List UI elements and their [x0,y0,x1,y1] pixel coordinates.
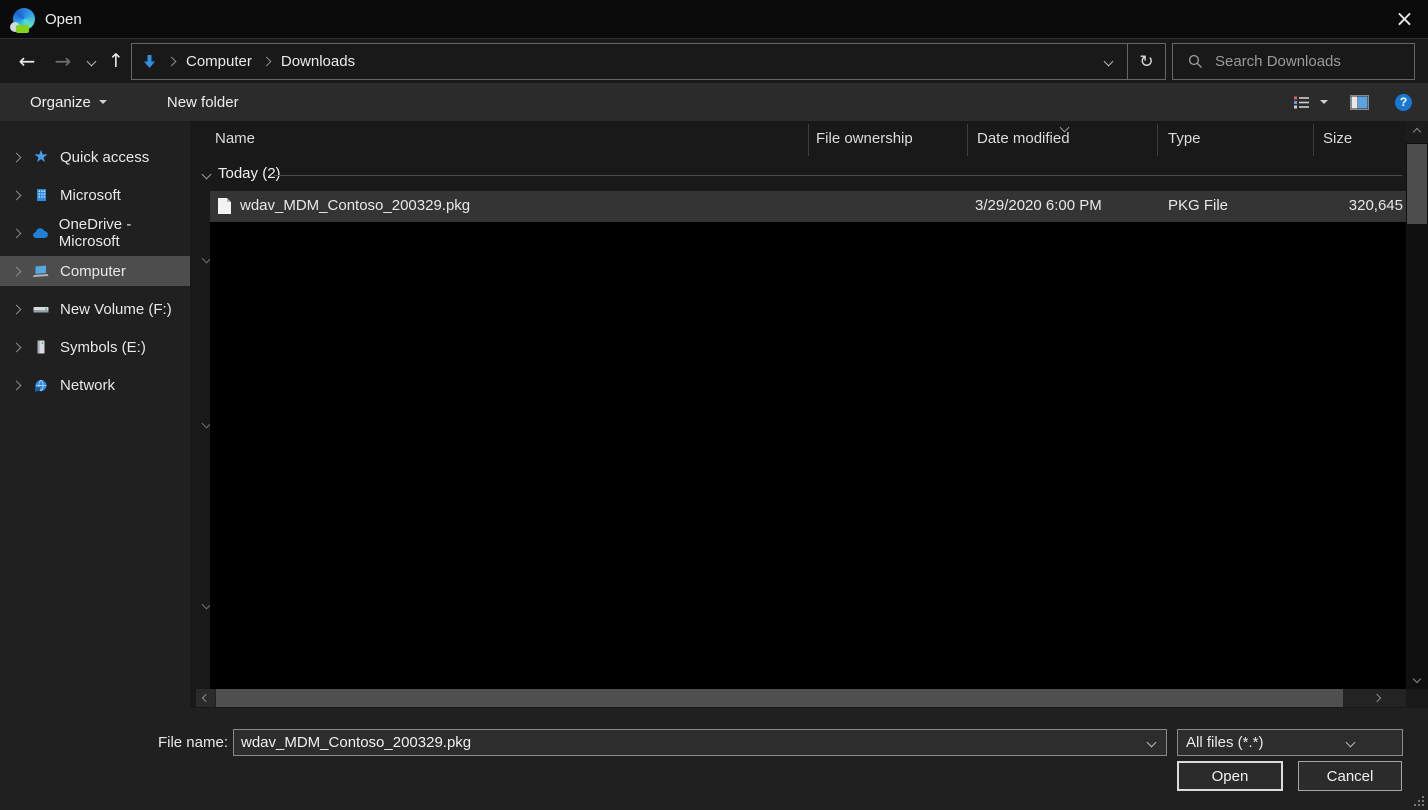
horizontal-scrollbar[interactable] [196,689,1406,707]
expand-chevron-icon[interactable] [11,266,22,276]
file-type-value: All files (*.*) [1186,734,1264,751]
file-name-cell: wdav_MDM_Contoso_200329.pkg [240,197,471,214]
command-toolbar: Organize New folder ? [0,83,1428,121]
address-bar[interactable]: Computer Downloads ↻ [131,43,1166,80]
column-divider[interactable] [967,124,968,156]
open-file-dialog: Open × ← → ↑ Computer Downloads ↻ Search… [0,0,1428,810]
caret-down-icon [98,100,107,104]
expand-chevron-icon[interactable] [11,152,22,162]
navigation-pane: ★ Quick access Microsoft OneDrive - Micr… [0,121,190,708]
close-icon[interactable]: × [1381,0,1428,38]
sidebar-item-microsoft[interactable]: Microsoft [0,180,190,210]
group-label: Today (2) [218,165,281,182]
column-header-type[interactable]: Type [1168,130,1201,147]
scroll-left-arrow-icon[interactable] [196,689,215,707]
column-divider[interactable] [1313,124,1314,156]
up-icon[interactable]: ↑ [102,39,130,83]
column-divider[interactable] [1157,124,1158,156]
sidebar-item-new-volume-f[interactable]: New Volume (F:) [0,294,190,324]
organize-button[interactable]: Organize [30,94,107,111]
title-bar: Open × [0,0,1428,38]
expand-chevron-icon[interactable] [11,380,22,390]
window-title: Open [45,10,82,28]
file-name-label: File name: [157,734,228,751]
sidebar-item-quick-access[interactable]: ★ Quick access [0,142,190,172]
column-header-size[interactable]: Size [1323,130,1352,147]
column-header-date-modified[interactable]: Date modified [977,130,1070,147]
scroll-down-arrow-icon[interactable] [1406,669,1428,689]
scroll-up-arrow-icon[interactable] [1406,121,1428,143]
vertical-scrollbar-thumb[interactable] [1407,144,1427,224]
column-divider[interactable] [808,124,809,156]
sidebar-item-computer[interactable]: Computer [0,256,190,286]
preview-pane-icon[interactable] [1350,94,1369,110]
edge-dev-app-icon [10,8,35,33]
building-icon [31,186,51,204]
back-icon[interactable]: ← [12,39,42,83]
resize-grip[interactable] [1412,794,1426,808]
forward-icon[interactable]: → [48,39,78,83]
dialog-footer: File name: All files (*.*) Open Cancel [0,708,1428,810]
external-drive-icon [31,300,51,318]
open-button[interactable]: Open [1177,761,1283,791]
tower-drive-icon [31,338,51,356]
group-divider-line [274,175,1402,176]
collapse-group-chevron-icon[interactable] [201,169,212,180]
views-caret-icon[interactable] [1320,100,1328,104]
file-type-dropdown-chevron-icon [1290,730,1402,755]
help-icon[interactable]: ? [1395,93,1412,111]
refresh-icon[interactable]: ↻ [1127,44,1165,79]
column-header-name[interactable]: Name [215,130,255,147]
expand-chevron-icon[interactable] [11,190,22,200]
change-view-icon[interactable] [1293,95,1310,110]
vertical-scrollbar[interactable] [1406,121,1428,689]
cancel-button[interactable]: Cancel [1298,761,1402,791]
sidebar-item-network[interactable]: Network [0,370,190,400]
file-type-select[interactable]: All files (*.*) [1177,729,1403,756]
breadcrumb-chevron-icon [166,56,177,67]
type-cell: PKG File [1168,197,1229,214]
file-list: Name File ownership Date modified Type S… [190,121,1428,708]
downloads-folder-icon [144,54,155,68]
address-dropdown-chevron-icon[interactable] [1089,44,1127,79]
network-globe-icon [31,376,51,394]
new-folder-button[interactable]: New folder [167,94,239,111]
quick-access-star-icon: ★ [33,146,49,167]
breadcrumb-chevron-icon [261,56,272,67]
navigation-bar: ← → ↑ Computer Downloads ↻ [0,38,1428,83]
search-icon [1188,54,1202,68]
sidebar-item-onedrive[interactable]: OneDrive - Microsoft [0,216,190,250]
file-document-icon [218,198,231,214]
breadcrumb-downloads[interactable]: Downloads [281,53,355,70]
date-modified-cell: 3/29/2020 6:00 PM [975,197,1102,214]
file-name-input[interactable] [234,734,1136,751]
column-headers: Name File ownership Date modified Type S… [190,121,1406,158]
sidebar-item-symbols-e[interactable]: Symbols (E:) [0,332,190,362]
file-name-combo[interactable] [233,729,1167,756]
search-box[interactable] [1172,43,1415,80]
size-cell: 320,645 [1348,197,1403,214]
redacted-list-content [210,222,1406,690]
recent-locations-chevron-icon[interactable] [80,39,102,83]
expand-chevron-icon[interactable] [11,228,22,238]
computer-icon [31,262,51,280]
search-input[interactable] [1215,53,1395,70]
horizontal-scrollbar-thumb[interactable] [216,689,1343,707]
column-header-file-ownership[interactable]: File ownership [816,130,913,147]
scroll-right-arrow-icon[interactable] [1364,689,1390,707]
breadcrumb-computer[interactable]: Computer [186,53,252,70]
expand-chevron-icon[interactable] [11,304,22,314]
file-row-selected[interactable]: wdav_MDM_Contoso_200329.pkg 3/29/2020 6:… [210,191,1406,222]
expand-chevron-icon[interactable] [11,342,22,352]
file-name-dropdown-chevron-icon[interactable] [1136,730,1166,755]
onedrive-cloud-icon [31,224,50,242]
group-header-today[interactable]: Today (2) [190,162,1406,190]
